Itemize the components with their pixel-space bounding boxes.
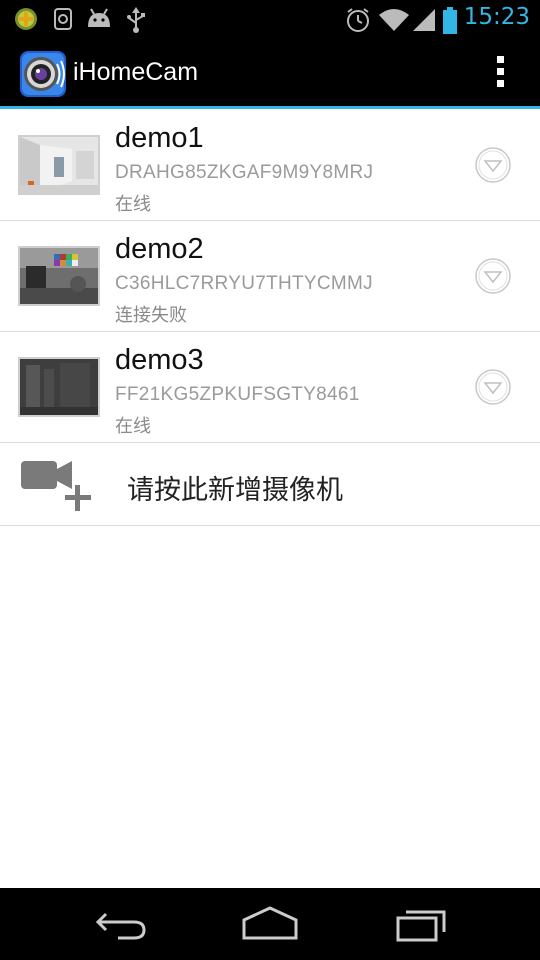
camera-name: demo3 [115,344,204,376]
recent-apps-icon[interactable] [394,904,450,948]
navigation-bar [0,888,540,960]
sd-card-icon [52,7,74,35]
usb-icon [125,7,147,37]
camera-uid: C36HLC7RRYU7THTYCMMJ [115,273,373,294]
camera-list-item[interactable]: demo3 FF21KG5ZPKUFSGTY8461 在线 [0,332,540,443]
overflow-menu-icon[interactable] [490,56,510,96]
signal-icon [411,7,437,37]
add-camera-button[interactable]: 请按此新增摄像机 [0,443,540,526]
add-badge-icon [14,7,38,35]
camera-status: 连接失败 [115,305,187,326]
camera-thumbnail [18,135,100,195]
app-logo-icon [19,50,67,102]
camera-status: 在线 [115,416,151,437]
camera-name: demo1 [115,122,204,154]
chevron-down-circle-icon[interactable] [475,369,511,405]
camera-list-item[interactable]: demo2 C36HLC7RRYU7THTYCMMJ 连接失败 [0,221,540,332]
chevron-down-circle-icon[interactable] [475,258,511,294]
camera-status: 在线 [115,194,151,215]
back-icon[interactable] [92,904,148,948]
app-title: iHomeCam [73,58,199,86]
add-camera-label: 请按此新增摄像机 [127,475,343,506]
camera-name: demo2 [115,233,204,265]
camera-thumbnail [18,357,100,417]
camera-uid: FF21KG5ZPKUFSGTY8461 [115,384,360,405]
camera-thumbnail [18,246,100,306]
android-icon [85,7,113,35]
camera-uid: DRAHG85ZKGAF9M9Y8MRJ [115,162,374,183]
wifi-icon [378,7,410,37]
chevron-down-circle-icon[interactable] [475,147,511,183]
home-icon[interactable] [240,904,300,948]
action-bar-divider [0,106,540,109]
camera-list-item[interactable]: demo1 DRAHG85ZKGAF9M9Y8MRJ 在线 [0,110,540,221]
clock: 15:23 [463,4,530,30]
battery-icon [442,7,458,39]
add-video-camera-icon [20,457,96,517]
status-bar: 15:23 [0,0,540,38]
alarm-icon [345,7,371,37]
